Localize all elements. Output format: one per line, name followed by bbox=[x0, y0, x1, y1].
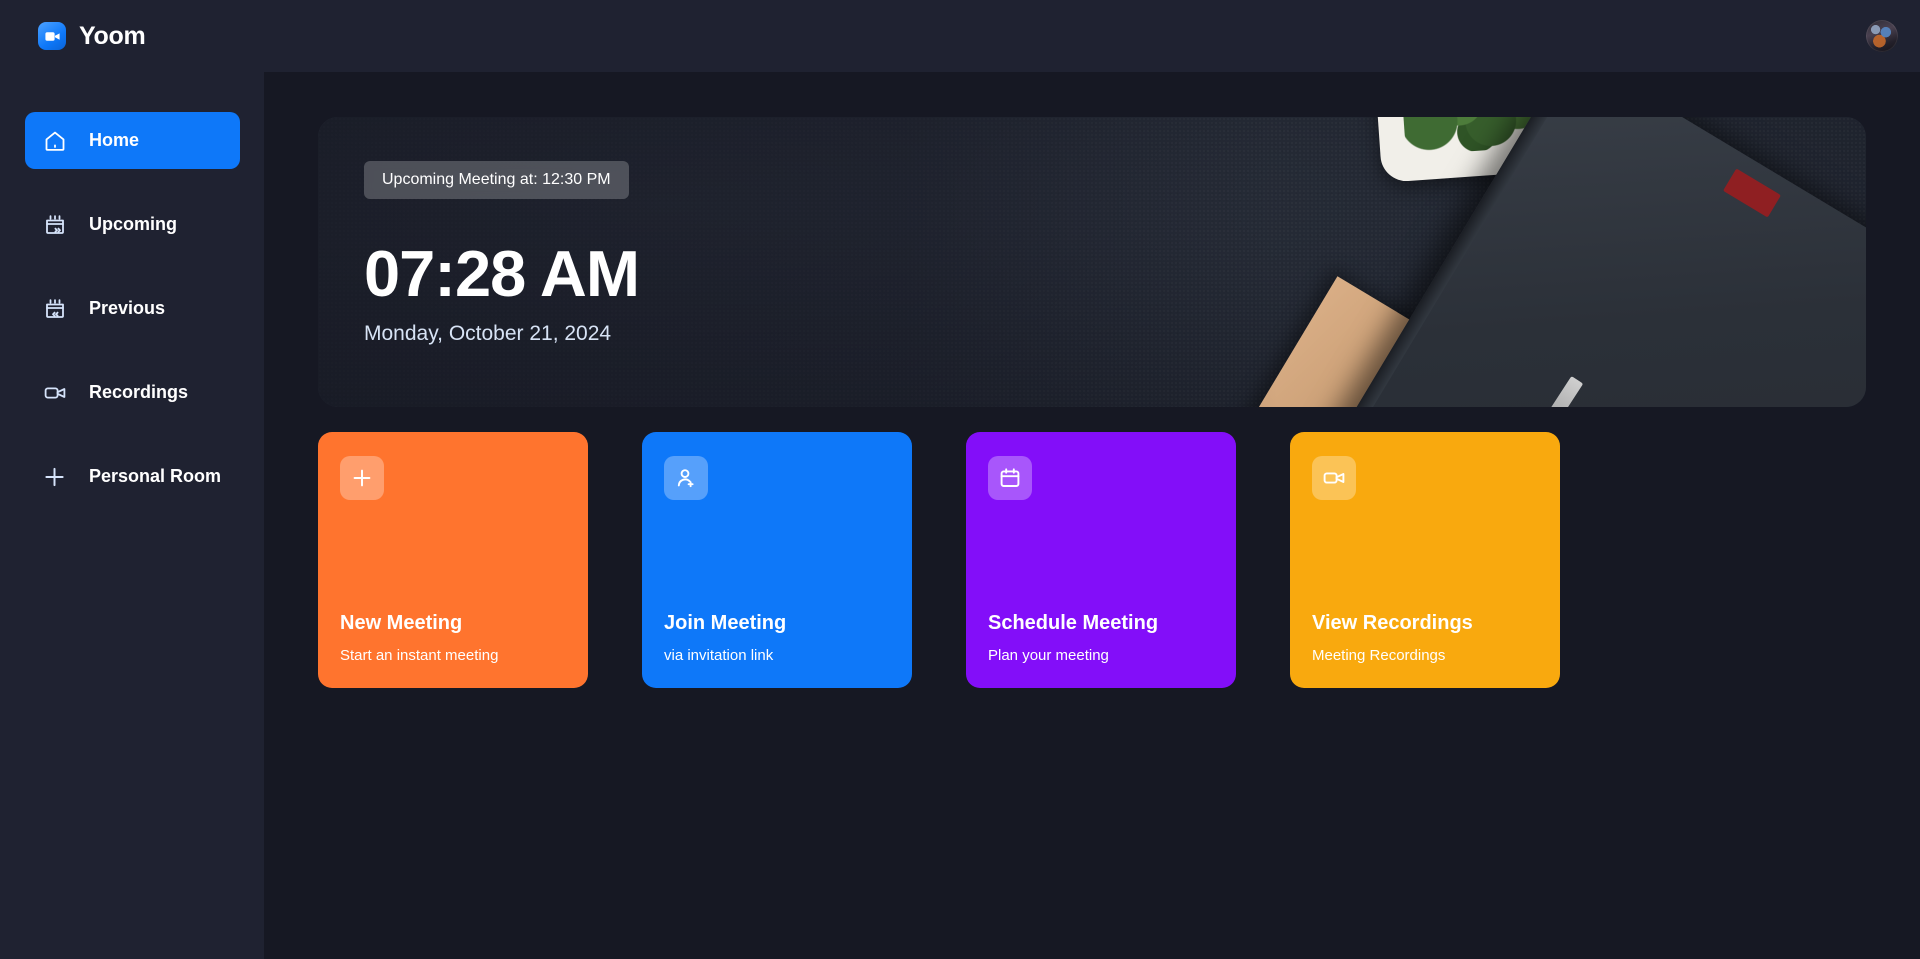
sidebar-item-personal-room[interactable]: Personal Room bbox=[25, 448, 240, 505]
app-header: Yoom bbox=[0, 0, 1920, 72]
plus-icon bbox=[340, 456, 384, 500]
sidebar-item-home[interactable]: Home bbox=[25, 112, 240, 169]
card-subtitle: Start an instant meeting bbox=[340, 647, 499, 664]
brand-logo[interactable]: Yoom bbox=[38, 21, 146, 51]
main-content: Upcoming Meeting at: 12:30 PM 07:28 AM M… bbox=[264, 72, 1920, 959]
user-plus-icon bbox=[664, 456, 708, 500]
hero-banner: Upcoming Meeting at: 12:30 PM 07:28 AM M… bbox=[318, 117, 1866, 407]
sidebar-item-label: Previous bbox=[89, 298, 166, 318]
plus-icon bbox=[42, 464, 67, 489]
sidebar-item-label: Home bbox=[89, 130, 140, 150]
brand-name: Yoom bbox=[79, 21, 146, 50]
sidebar-item-label: Upcoming bbox=[89, 214, 177, 234]
card-join-meeting[interactable]: Join Meeting via invitation link bbox=[642, 432, 912, 688]
card-subtitle: via invitation link bbox=[664, 647, 774, 664]
card-view-recordings[interactable]: View Recordings Meeting Recordings bbox=[1290, 432, 1560, 688]
sidebar-item-recordings[interactable]: Recordings bbox=[25, 364, 240, 421]
sidebar-item-label: Recordings bbox=[89, 382, 189, 402]
card-title: Schedule Meeting bbox=[988, 612, 1159, 634]
card-title: New Meeting bbox=[340, 612, 463, 634]
user-avatar[interactable] bbox=[1866, 20, 1898, 52]
card-title: Join Meeting bbox=[664, 612, 787, 634]
calendar-back-icon bbox=[42, 296, 67, 321]
sidebar-item-label: Personal Room bbox=[89, 466, 222, 486]
card-subtitle: Meeting Recordings bbox=[1312, 647, 1446, 664]
card-subtitle: Plan your meeting bbox=[988, 647, 1109, 664]
current-time: 07:28 AM bbox=[364, 237, 640, 310]
hero-content: Upcoming Meeting at: 12:30 PM 07:28 AM M… bbox=[364, 161, 640, 346]
calendar-icon bbox=[988, 456, 1032, 500]
sidebar: Home Upcoming Previous Recordings Person… bbox=[0, 72, 264, 959]
home-icon bbox=[42, 128, 67, 153]
card-schedule-meeting[interactable]: Schedule Meeting Plan your meeting bbox=[966, 432, 1236, 688]
video-camera-icon bbox=[1312, 456, 1356, 500]
card-new-meeting[interactable]: New Meeting Start an instant meeting bbox=[318, 432, 588, 688]
sidebar-item-previous[interactable]: Previous bbox=[25, 280, 240, 337]
video-camera-icon bbox=[42, 380, 67, 405]
upcoming-meeting-badge: Upcoming Meeting at: 12:30 PM bbox=[364, 161, 629, 199]
card-title: View Recordings bbox=[1312, 612, 1473, 634]
current-date: Monday, October 21, 2024 bbox=[364, 322, 612, 345]
action-cards: New Meeting Start an instant meeting Joi… bbox=[318, 432, 1866, 688]
video-camera-icon bbox=[38, 22, 66, 50]
sidebar-item-upcoming[interactable]: Upcoming bbox=[25, 196, 240, 253]
calendar-forward-icon bbox=[42, 212, 67, 237]
